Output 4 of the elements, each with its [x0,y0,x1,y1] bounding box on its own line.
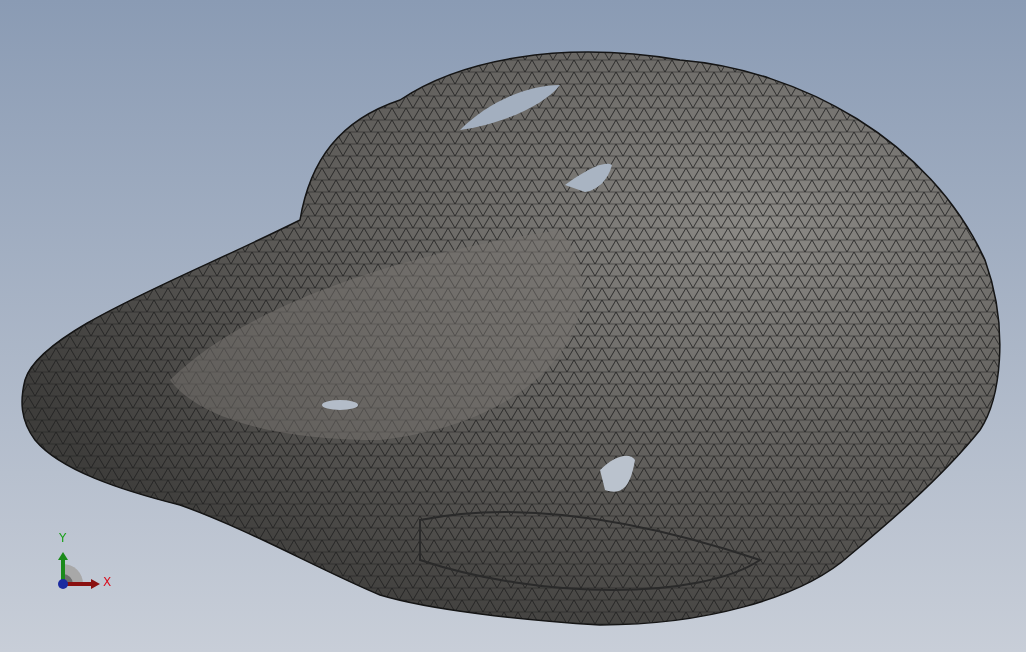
mesh-model-drawing[interactable] [21,51,1001,626]
axis-triad-icon [55,550,101,592]
y-axis-label: Y [59,532,67,544]
x-axis-label: X [103,576,112,588]
